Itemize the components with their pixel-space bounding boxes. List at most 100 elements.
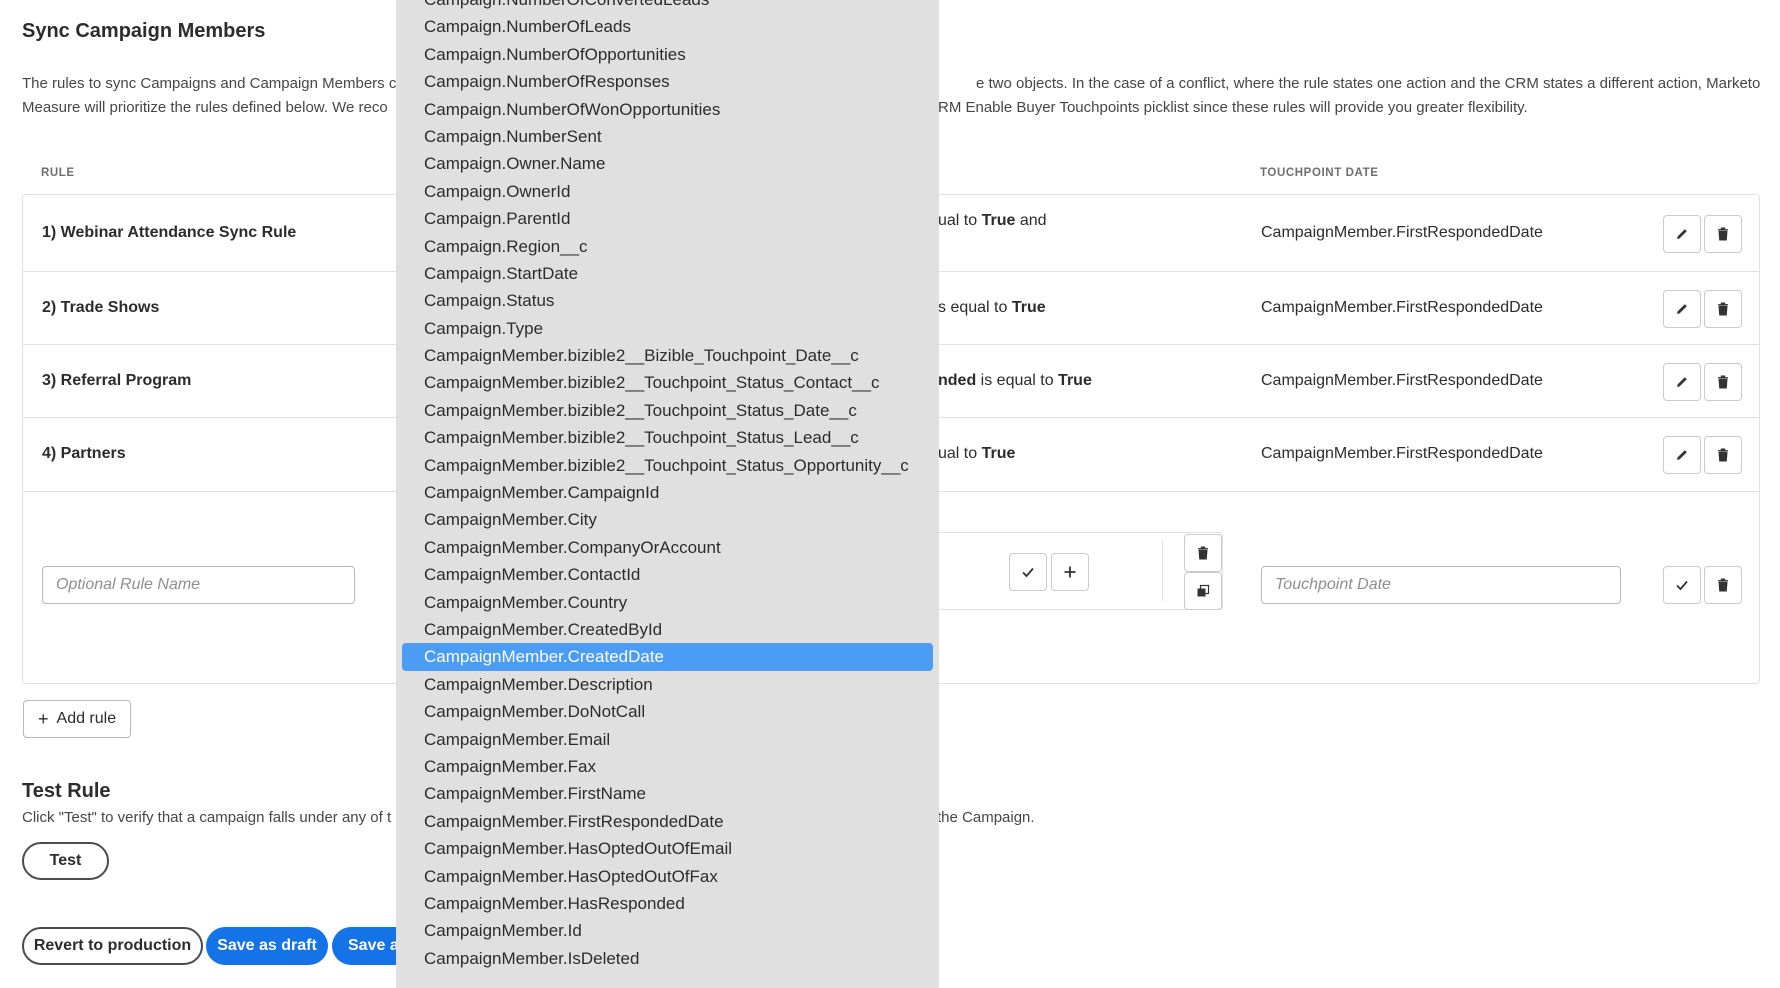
field-option[interactable]: Campaign.NumberSent [402,123,933,150]
field-option[interactable]: Campaign.Status [402,287,933,314]
intro-right-line1: e two objects. In the case of a conflict… [976,75,1761,92]
field-option[interactable]: CampaignMember.bizible2__Touchpoint_Stat… [402,452,933,479]
field-option[interactable]: CampaignMember.FirstRespondedDate [402,808,933,835]
trash-icon [1718,578,1728,592]
field-option[interactable]: CampaignMember.Email [402,726,933,753]
rule-name: 1) Webinar Attendance Sync Rule [42,224,297,241]
field-option[interactable]: Campaign.Type [402,315,933,342]
field-option[interactable]: CampaignMember.DoNotCall [402,698,933,725]
trash-icon [1718,448,1728,462]
rule-condition-operator: is equal to [976,372,1059,389]
pencil-icon [1677,229,1687,239]
rule-touchpoint-date: CampaignMember.FirstRespondedDate [1261,372,1543,389]
field-option[interactable]: CampaignMember.Description [402,671,933,698]
field-option[interactable]: Campaign.ParentId [402,205,933,232]
delete-rule-button[interactable] [1704,290,1742,328]
test-rule-description-end: the Campaign. [937,809,1035,826]
save-as-draft-button[interactable]: Save as draft [206,927,328,965]
rule-condition-suffix: and [1015,212,1047,229]
delete-rule-button[interactable] [1704,363,1742,401]
field-option[interactable]: CampaignMember.FirstName [402,780,933,807]
field-option[interactable]: Campaign.NumberOfWonOpportunities [402,96,933,123]
delete-rule-button[interactable] [1704,436,1742,474]
plus-icon: + [38,709,49,729]
field-option[interactable]: Campaign.NumberOfResponses [402,68,933,95]
field-option[interactable]: Campaign.Region__c [402,233,933,260]
intro-left-line1: The rules to sync Campaigns and Campaign… [22,75,397,92]
field-option[interactable]: CampaignMember.City [402,506,933,533]
discard-rule-button[interactable] [1704,566,1742,604]
revert-to-production-button[interactable]: Revert to production [22,927,203,965]
page-title: Sync Campaign Members [22,20,266,42]
test-button[interactable]: Test [22,842,109,880]
field-option[interactable]: Campaign.Owner.Name [402,150,933,177]
save-rule-button[interactable] [1663,566,1701,604]
rule-touchpoint-date: CampaignMember.FirstRespondedDate [1261,224,1543,241]
trash-icon [1718,227,1728,241]
rule-condition-value: True [1011,299,1046,316]
field-option[interactable]: Campaign.OwnerId [402,178,933,205]
rule-name: 3) Referral Program [42,372,192,389]
field-option[interactable]: CampaignMember.IsDeleted [402,945,933,972]
rule-touchpoint-date: CampaignMember.FirstRespondedDate [1261,299,1543,316]
confirm-condition-button[interactable] [1009,553,1047,591]
field-option[interactable]: CampaignMember.bizible2__Touchpoint_Stat… [402,369,933,396]
rule-condition-value: True [1058,372,1092,389]
field-option[interactable]: CampaignMember.CreatedDate [402,643,933,671]
field-option[interactable]: CampaignMember.CreatedById [402,616,933,643]
field-picker-dropdown[interactable]: Campaign.NumberOfConvertedLeadsCampaign.… [396,0,939,988]
field-option[interactable]: CampaignMember.CompanyOrAccount [402,534,933,561]
field-option[interactable]: CampaignMember.bizible2__Bizible_Touchpo… [402,342,933,369]
delete-rule-button[interactable] [1704,215,1742,253]
field-option[interactable]: Campaign.NumberOfLeads [402,13,933,40]
check-icon [1022,567,1034,578]
rule-condition-value: True [981,212,1016,229]
field-option[interactable]: CampaignMember.HasOptedOutOfFax [402,863,933,890]
column-header-touchpoint-date: TOUCHPOINT DATE [1260,167,1379,179]
rule-condition-field: nded [938,372,977,389]
condition-divider [1162,541,1163,601]
check-icon [1676,580,1688,591]
pencil-icon [1677,304,1687,314]
condition-editor [922,532,1223,610]
edit-rule-button[interactable] [1663,215,1701,253]
field-option[interactable]: CampaignMember.bizible2__Touchpoint_Stat… [402,397,933,424]
field-option[interactable]: CampaignMember.Country [402,589,933,616]
add-rule-button[interactable]: + Add rule [23,700,132,738]
field-option[interactable]: Campaign.StartDate [402,260,933,287]
duplicate-condition-button[interactable] [1184,572,1222,610]
touchpoint-date-input[interactable] [1261,566,1621,604]
rule-name: 4) Partners [42,445,126,462]
rule-condition: s equal to True [938,299,1046,317]
column-header-rule: RULE [41,167,75,179]
field-option[interactable]: CampaignMember.bizible2__Touchpoint_Stat… [402,424,933,451]
rule-condition-operator: ual to [938,445,982,462]
rule-name-input[interactable] [42,566,355,604]
edit-rule-button[interactable] [1663,363,1701,401]
pencil-icon [1677,450,1687,460]
rule-touchpoint-date: CampaignMember.FirstRespondedDate [1261,445,1543,462]
delete-condition-button[interactable] [1184,534,1222,572]
field-option[interactable]: CampaignMember.ContactId [402,561,933,588]
field-option[interactable]: CampaignMember.CampaignId [402,479,933,506]
test-rule-title: Test Rule [22,780,111,802]
field-option[interactable]: CampaignMember.Fax [402,753,933,780]
rule-condition-operator: ual to [938,212,982,229]
trash-icon [1718,302,1728,316]
rule-condition-value: True [981,445,1016,462]
field-option[interactable]: Campaign.NumberOfOpportunities [402,41,933,68]
field-option[interactable]: CampaignMember.HasResponded [402,890,933,917]
pencil-icon [1677,377,1687,387]
field-option[interactable]: CampaignMember.HasOptedOutOfEmail [402,835,933,862]
field-option[interactable]: Campaign.NumberOfConvertedLeads [402,0,933,13]
rule-condition-operator: s equal to [938,299,1012,316]
rule-condition: ual to True and [938,212,1047,230]
edit-rule-button[interactable] [1663,290,1701,328]
plus-icon [1064,566,1076,578]
field-option[interactable]: CampaignMember.Id [402,917,933,944]
add-rule-label: Add rule [56,710,117,727]
add-condition-button[interactable] [1051,553,1089,591]
field-picker-options: Campaign.NumberOfConvertedLeadsCampaign.… [402,0,933,972]
copy-icon [1197,584,1210,597]
edit-rule-button[interactable] [1663,436,1701,474]
